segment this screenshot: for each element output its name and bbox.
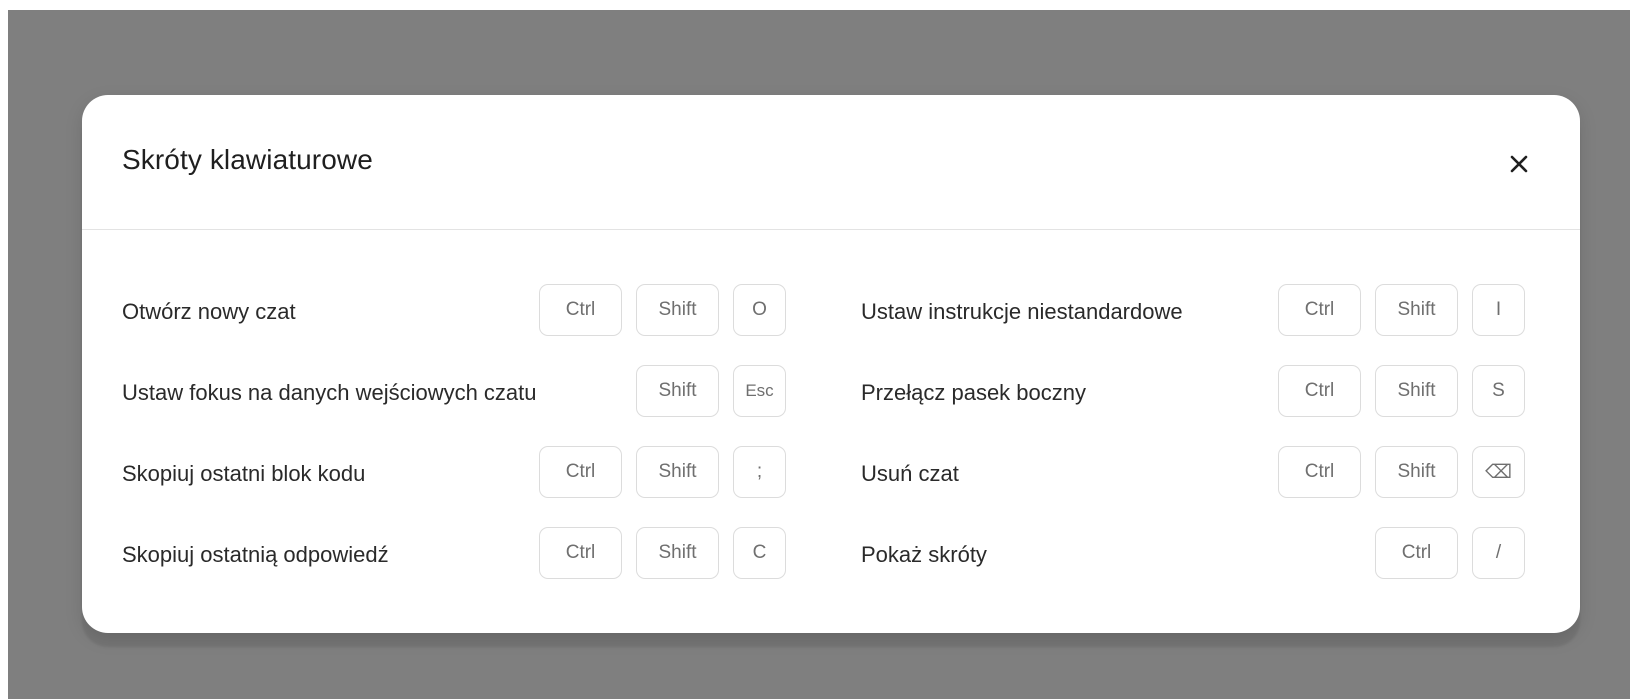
key-combo: Shift Esc — [636, 365, 786, 417]
shortcuts-column-right: Ustaw instrukcje niestandardowe Ctrl Shi… — [861, 284, 1525, 608]
key-cap: Shift — [636, 446, 719, 498]
shortcut-row: Otwórz nowy czat Ctrl Shift O — [122, 284, 786, 338]
key-cap: / — [1472, 527, 1525, 579]
key-cap: Ctrl — [539, 446, 622, 498]
key-combo: Ctrl Shift C — [539, 527, 786, 579]
key-cap: Shift — [636, 527, 719, 579]
key-combo: Ctrl Shift S — [1278, 365, 1525, 417]
key-cap: Ctrl — [1278, 446, 1361, 498]
close-icon — [1510, 155, 1528, 172]
shortcut-label: Skopiuj ostatnią odpowiedź — [122, 542, 389, 567]
key-cap: Ctrl — [1278, 365, 1361, 417]
key-cap: Esc — [733, 365, 786, 417]
shortcut-row: Skopiuj ostatnią odpowiedź Ctrl Shift C — [122, 527, 786, 581]
shortcut-label: Ustaw instrukcje niestandardowe — [861, 299, 1183, 324]
keyboard-shortcuts-dialog: Skróty klawiaturowe Otwórz nowy czat Ctr… — [82, 95, 1580, 633]
shortcut-label: Usuń czat — [861, 461, 959, 486]
shortcut-row: Ustaw fokus na danych wejściowych czatu … — [122, 365, 786, 419]
key-cap: Shift — [1375, 365, 1458, 417]
shortcut-label: Otwórz nowy czat — [122, 299, 296, 324]
shortcut-row: Pokaż skróty Ctrl / — [861, 527, 1525, 581]
key-cap: S — [1472, 365, 1525, 417]
key-cap: Ctrl — [1375, 527, 1458, 579]
key-cap: Shift — [636, 284, 719, 336]
key-combo: Ctrl Shift ; — [539, 446, 786, 498]
key-cap: O — [733, 284, 786, 336]
shortcut-row: Ustaw instrukcje niestandardowe Ctrl Shi… — [861, 284, 1525, 338]
key-cap: Ctrl — [539, 284, 622, 336]
dialog-header: Skróty klawiaturowe — [82, 95, 1580, 230]
key-combo: Ctrl Shift ⌫ — [1278, 446, 1525, 498]
key-combo: Ctrl / — [1375, 527, 1525, 579]
dialog-title: Skróty klawiaturowe — [122, 144, 373, 175]
shortcuts-column-left: Otwórz nowy czat Ctrl Shift O Ustaw foku… — [122, 284, 786, 608]
key-combo: Ctrl Shift I — [1278, 284, 1525, 336]
key-cap: Shift — [636, 365, 719, 417]
close-button[interactable] — [1502, 143, 1536, 177]
shortcut-label: Pokaż skróty — [861, 542, 987, 567]
key-cap: Shift — [1375, 284, 1458, 336]
key-cap: Ctrl — [539, 527, 622, 579]
key-combo: Ctrl Shift O — [539, 284, 786, 336]
shortcut-row: Skopiuj ostatni blok kodu Ctrl Shift ; — [122, 446, 786, 500]
shortcut-label: Ustaw fokus na danych wejściowych czatu — [122, 380, 537, 405]
shortcut-row: Usuń czat Ctrl Shift ⌫ — [861, 446, 1525, 500]
key-cap: ; — [733, 446, 786, 498]
shortcut-row: Przełącz pasek boczny Ctrl Shift S — [861, 365, 1525, 419]
key-cap: Ctrl — [1278, 284, 1361, 336]
key-cap: C — [733, 527, 786, 579]
key-cap: Shift — [1375, 446, 1458, 498]
backspace-icon: ⌫ — [1472, 446, 1525, 498]
shortcut-label: Przełącz pasek boczny — [861, 380, 1086, 405]
shortcut-label: Skopiuj ostatni blok kodu — [122, 461, 366, 486]
key-cap: I — [1472, 284, 1525, 336]
